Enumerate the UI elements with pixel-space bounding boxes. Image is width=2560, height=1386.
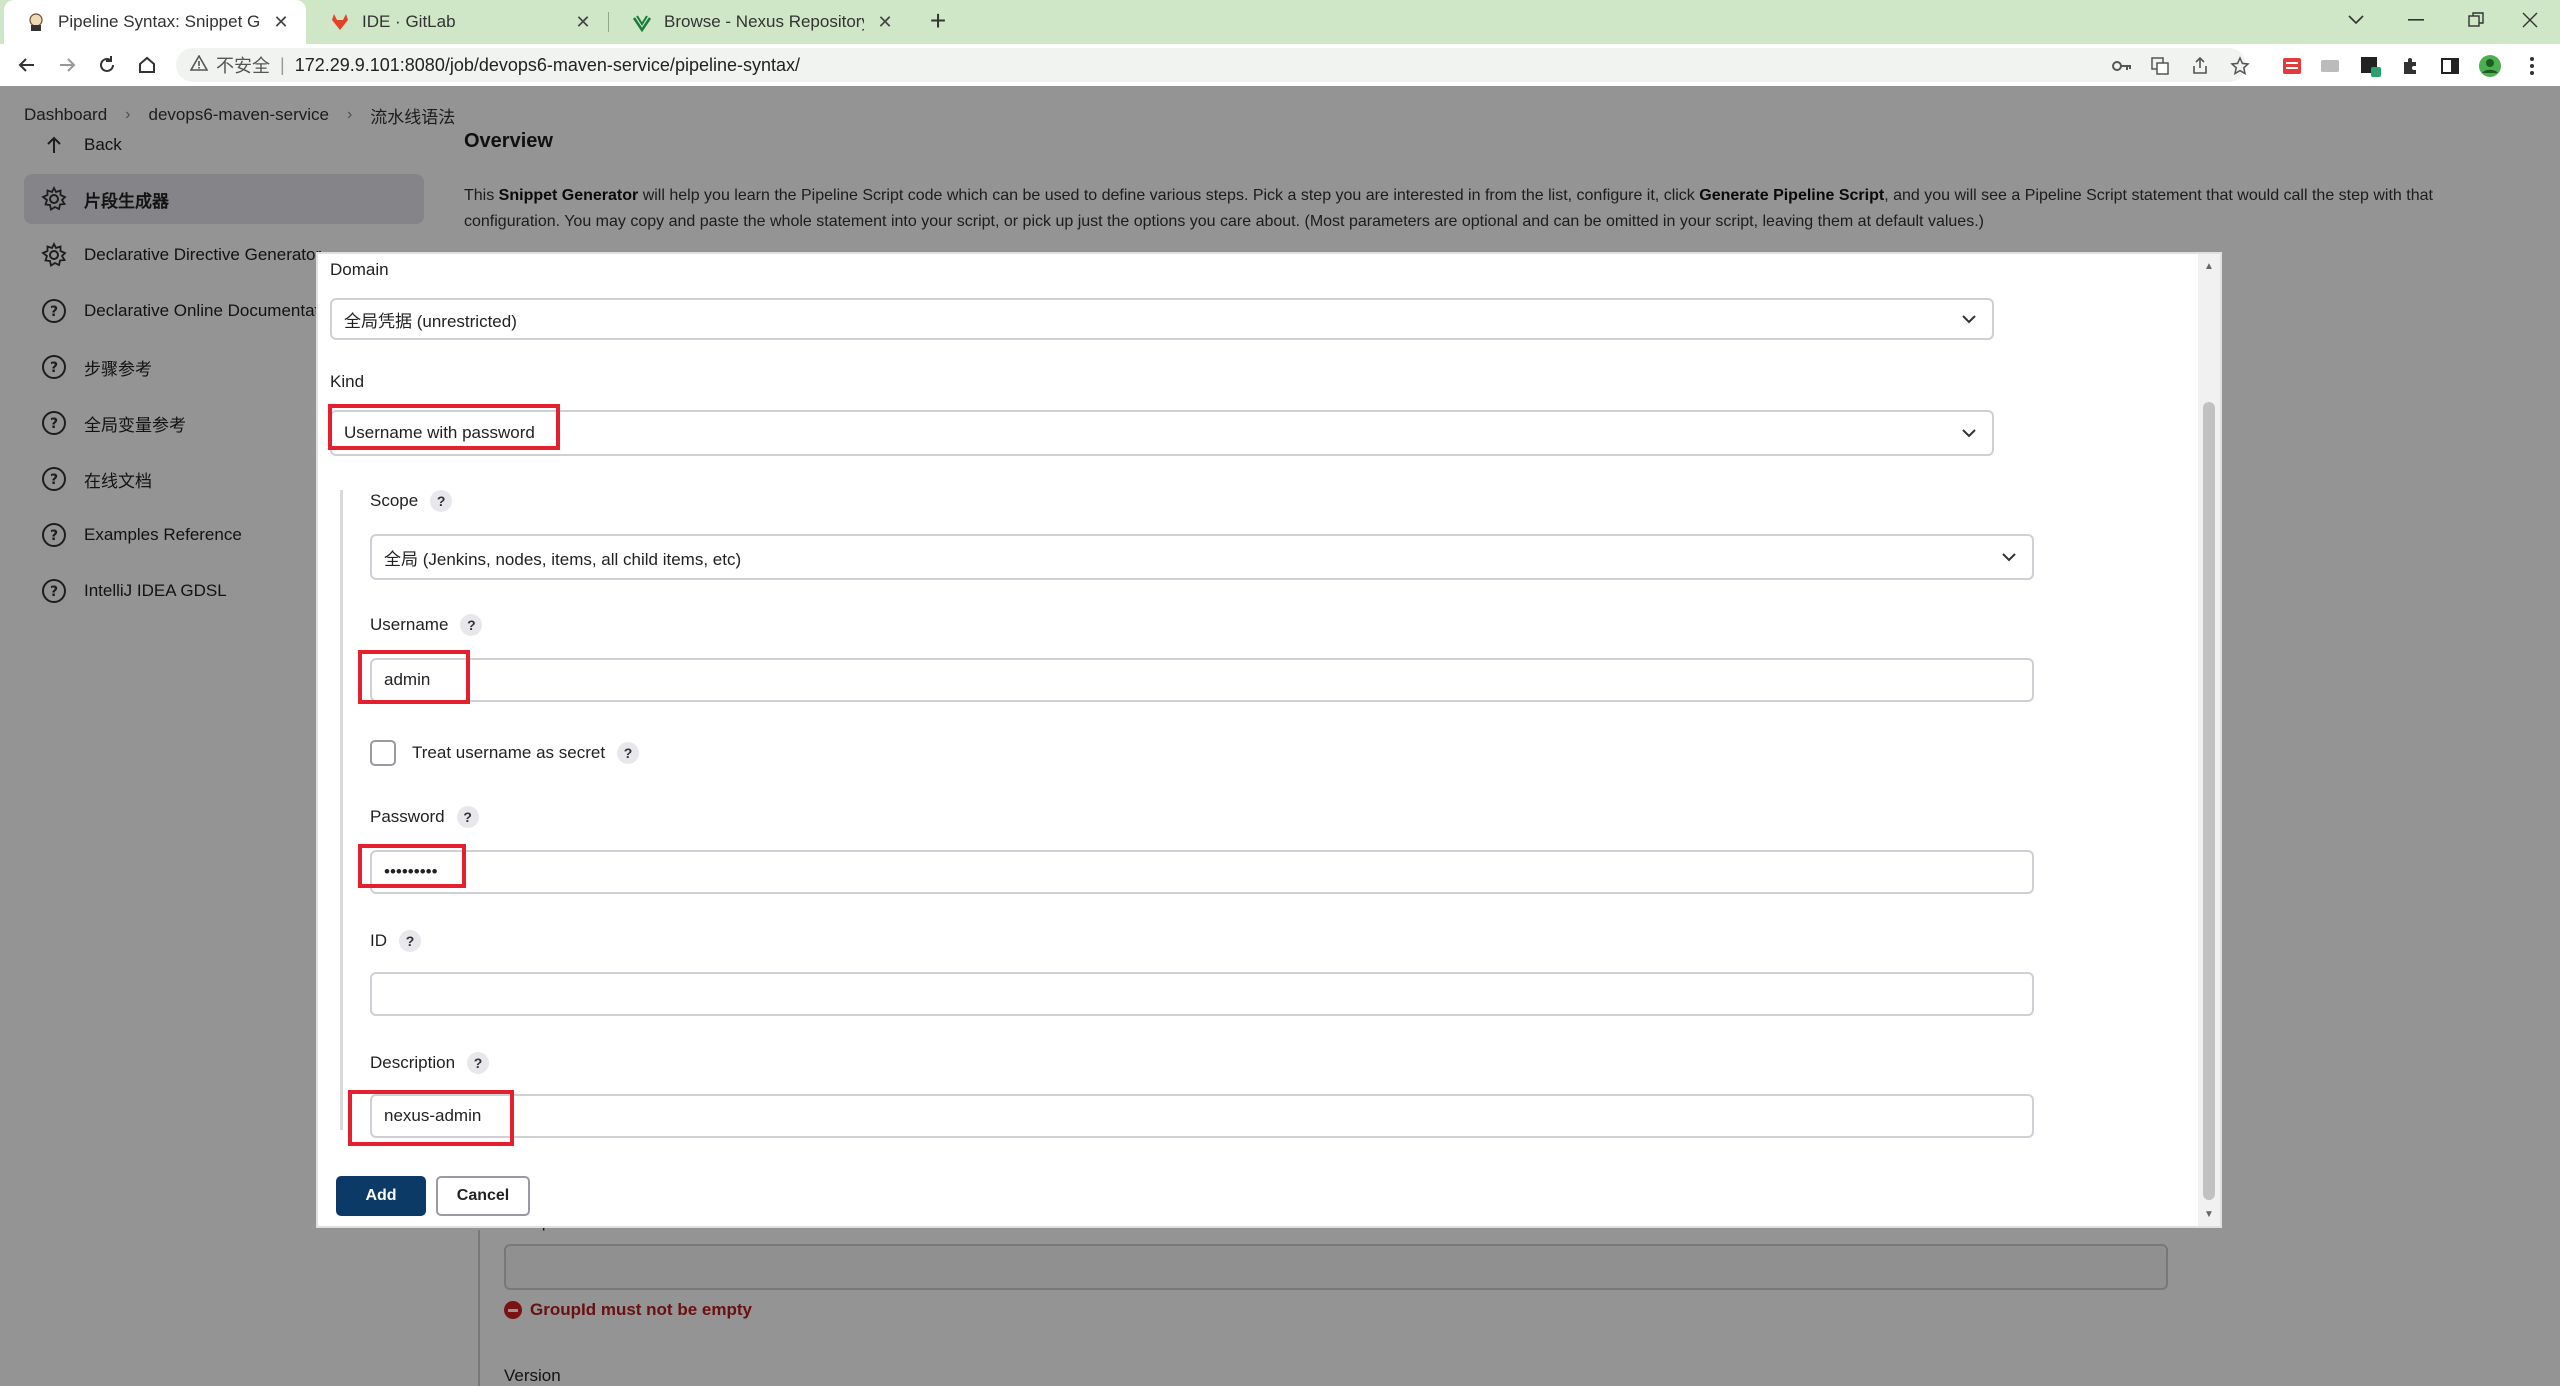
description-input[interactable]: nexus-admin <box>370 1094 2034 1138</box>
tab-title: Pipeline Syntax: Snippet Gener <box>58 12 260 31</box>
url-divider: | <box>280 54 285 75</box>
scroll-down-arrow-icon[interactable]: ▼ <box>2198 1204 2220 1224</box>
close-icon[interactable]: ✕ <box>270 12 292 33</box>
tab-search-chevron-icon[interactable] <box>2326 0 2386 40</box>
kind-label: Kind <box>330 372 364 392</box>
browser-toolbar: 不安全 | 172.29.9.101:8080/job/devops6-mave… <box>0 44 2560 86</box>
domain-select[interactable]: 全局凭据 (unrestricted) <box>330 298 1994 340</box>
back-arrow-icon[interactable] <box>12 50 42 80</box>
kebab-menu-icon[interactable] <box>2520 54 2544 78</box>
insecure-label: 不安全 <box>216 56 270 76</box>
domain-label: Domain <box>330 260 389 280</box>
tab-separator <box>608 12 609 32</box>
puzzle-extensions-icon[interactable] <box>2398 54 2422 78</box>
password-label-text: Password <box>370 807 445 826</box>
scroll-up-arrow-icon[interactable]: ▲ <box>2198 256 2220 276</box>
gitlab-icon <box>330 12 350 32</box>
extension-gray-icon[interactable] <box>2318 54 2342 78</box>
address-bar[interactable]: 不安全 | 172.29.9.101:8080/job/devops6-mave… <box>176 48 2246 82</box>
side-panel-icon[interactable] <box>2438 54 2462 78</box>
reload-icon[interactable] <box>92 50 122 80</box>
username-label-text: Username <box>370 615 449 634</box>
warning-triangle-icon <box>189 53 209 76</box>
kind-select[interactable]: Username with password <box>330 410 1994 456</box>
dialog-scrollbar[interactable]: ▲ ▼ <box>2198 254 2220 1226</box>
close-icon[interactable]: ✕ <box>572 12 594 33</box>
add-credentials-dialog: Domain 全局凭据 (unrestricted) Kind Username… <box>316 252 2222 1228</box>
close-icon[interactable]: ✕ <box>874 12 896 33</box>
username-highlight-box <box>358 650 470 704</box>
jenkins-butler-icon <box>26 12 46 32</box>
scope-select[interactable]: 全局 (Jenkins, nodes, items, all child ite… <box>370 534 2034 580</box>
forward-arrow-icon[interactable] <box>52 50 82 80</box>
minimize-icon[interactable] <box>2386 0 2446 40</box>
chevron-down-icon <box>2002 553 2016 562</box>
description-label-text: Description <box>370 1053 456 1072</box>
treat-username-secret-label: Treat username as secret ? <box>412 742 640 764</box>
tab-pipeline-syntax[interactable]: Pipeline Syntax: Snippet Gener ✕ <box>4 0 306 44</box>
key-icon[interactable] <box>2110 54 2134 78</box>
share-icon[interactable] <box>2188 54 2212 78</box>
domain-label-text: Domain <box>330 260 389 279</box>
kind-label-text: Kind <box>330 372 365 391</box>
tab-nexus[interactable]: Browse - Nexus Repository Ma ✕ <box>610 0 910 44</box>
scope-label: Scope ? <box>370 490 453 512</box>
tab-title: IDE · GitLab <box>362 12 456 31</box>
bookmark-star-icon[interactable] <box>2228 54 2252 78</box>
tab-title: Browse - Nexus Repository Ma <box>664 12 864 31</box>
help-icon[interactable]: ? <box>460 614 483 636</box>
nexus-icon <box>632 12 652 32</box>
scope-label-text: Scope <box>370 491 419 510</box>
help-icon[interactable]: ? <box>467 1052 490 1074</box>
username-label: Username ? <box>370 614 483 636</box>
close-window-icon[interactable] <box>2500 0 2560 40</box>
scope-value: 全局 (Jenkins, nodes, items, all child ite… <box>384 549 742 569</box>
new-tab-plus-icon[interactable]: + <box>922 6 954 38</box>
help-icon[interactable]: ? <box>456 806 479 828</box>
extension-devtools-icon[interactable] <box>2358 54 2382 78</box>
profile-avatar-icon[interactable] <box>2478 54 2502 78</box>
chevron-down-icon <box>1962 429 1976 438</box>
password-label: Password ? <box>370 806 479 828</box>
treat-username-secret-checkbox[interactable] <box>370 740 396 766</box>
id-label: ID ? <box>370 930 421 952</box>
cancel-button[interactable]: Cancel <box>436 1176 530 1216</box>
home-icon[interactable] <box>132 50 162 80</box>
url-text: 172.29.9.101:8080/job/devops6-maven-serv… <box>294 54 801 75</box>
browser-tabstrip: Pipeline Syntax: Snippet Gener ✕ IDE · G… <box>0 0 2560 44</box>
username-input[interactable]: admin <box>370 658 2034 702</box>
translate-icon[interactable] <box>2148 54 2172 78</box>
domain-value: 全局凭据 (unrestricted) <box>344 311 517 331</box>
password-highlight-box <box>358 844 466 888</box>
description-highlight-box <box>348 1090 514 1146</box>
id-input[interactable] <box>370 972 2034 1016</box>
help-icon[interactable]: ? <box>399 930 421 952</box>
kind-highlight-box <box>328 404 560 450</box>
help-icon[interactable]: ? <box>430 490 453 512</box>
tab-gitlab[interactable]: IDE · GitLab ✕ <box>308 0 608 44</box>
kind-fields-group-line <box>340 490 343 1130</box>
password-input[interactable]: ••••••••• <box>370 850 2034 894</box>
id-label-text: ID <box>370 931 387 950</box>
restore-icon[interactable] <box>2446 0 2506 40</box>
scrollbar-thumb[interactable] <box>2203 402 2215 1200</box>
add-button[interactable]: Add <box>336 1176 426 1216</box>
description-label: Description ? <box>370 1052 490 1074</box>
chevron-down-icon <box>1962 315 1976 324</box>
help-icon[interactable]: ? <box>617 742 640 764</box>
treat-username-secret-text: Treat username as secret <box>412 743 606 762</box>
extension-red-icon[interactable] <box>2280 54 2304 78</box>
